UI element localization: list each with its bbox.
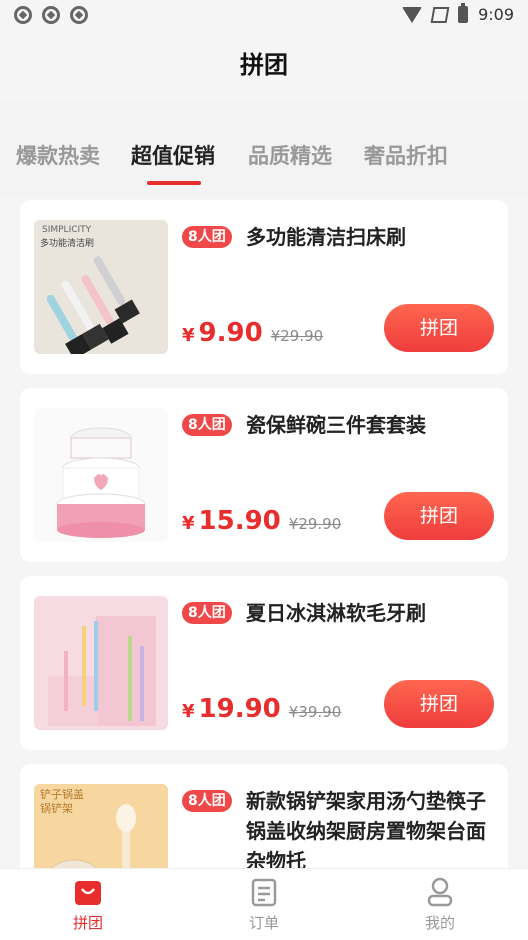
product-title[interactable]: 瓷保鲜碗三件套套装 [246,410,500,440]
product-image[interactable] [34,596,168,730]
tabbar-label: 订单 [248,914,279,932]
wifi-icon [402,6,423,23]
battery-icon [458,3,469,23]
clipboard-icon [251,878,277,907]
tab-value-promo[interactable]: 超值促销 [131,140,215,170]
user-icon [427,877,453,907]
tabbar-label: 我的 [424,914,455,932]
product-title[interactable]: 多功能清洁扫床刷 [246,222,500,252]
tabbar-item-group-buy[interactable]: 拼团 [0,869,176,940]
page-title: 拼团 [240,51,288,79]
product-image[interactable]: SIMPLICITY 多功能清洁刷 [34,220,168,354]
join-group-button[interactable]: 拼团 [384,680,494,728]
original-price: ¥29.90 [288,515,342,533]
app-icon [14,6,32,24]
currency-symbol: ¥ [182,701,195,722]
product-card[interactable]: 8人团 夏日冰淇淋软毛牙刷 ¥ 19.90 ¥39.90 拼团 [20,576,508,750]
product-image[interactable] [34,408,168,542]
original-price: ¥39.90 [288,703,342,721]
currency-symbol: ¥ [182,513,195,534]
signal-icon [430,6,450,23]
join-group-button[interactable]: 拼团 [384,492,494,540]
price-block: ¥ 9.90 ¥29.90 [182,318,323,348]
product-image-brand: SIMPLICITY [42,225,92,235]
status-bar: 9:09 [0,0,528,32]
price-block: ¥ 19.90 ¥39.90 [182,694,341,724]
app-icon [42,6,60,24]
tab-luxury-discount[interactable]: 奢品折扣 [364,140,448,170]
product-image-caption: 铲子锅盖 [40,787,84,801]
product-image-caption: 多功能清洁刷 [40,237,94,249]
shopping-bag-icon [75,881,101,905]
group-size-badge: 8人团 [182,602,232,624]
group-size-badge: 8人团 [182,414,232,436]
sale-price: 15.90 [198,506,281,536]
sale-price: 9.90 [198,318,263,348]
bottom-tab-bar: 拼团 订单 我的 [0,868,528,940]
join-group-button[interactable]: 拼团 [384,304,494,352]
page-header: 拼团 [0,32,528,102]
product-image-caption: 锅铲架 [40,801,73,815]
product-title[interactable]: 夏日冰淇淋软毛牙刷 [246,598,500,628]
group-size-badge: 8人团 [182,226,232,248]
tab-hot-sale[interactable]: 爆款热卖 [16,140,100,170]
product-card[interactable]: SIMPLICITY 多功能清洁刷 8人团 多功能清洁扫床刷 ¥ 9.90 ¥2… [20,200,508,374]
sale-price: 19.90 [198,694,281,724]
category-tabs: 爆款热卖 超值促销 品质精选 奢品折扣 [0,102,528,198]
app-icon [70,6,88,24]
tabbar-item-profile[interactable]: 我的 [352,869,528,940]
product-title[interactable]: 新款锅铲架家用汤勺垫筷子锅盖收纳架厨房置物架台面杂物托 [246,786,500,876]
product-card[interactable]: 8人团 瓷保鲜碗三件套套装 ¥ 15.90 ¥29.90 拼团 [20,388,508,562]
tabbar-label: 拼团 [72,914,103,932]
notification-icons [14,6,88,24]
active-tab-indicator [147,181,201,185]
tabbar-item-orders[interactable]: 订单 [176,869,352,940]
original-price: ¥29.90 [270,327,324,345]
system-icons: 9:09 [402,3,514,24]
price-block: ¥ 15.90 ¥29.90 [182,506,341,536]
tab-quality-select[interactable]: 品质精选 [248,140,332,170]
group-size-badge: 8人团 [182,790,232,812]
currency-symbol: ¥ [182,325,195,346]
status-time: 9:09 [478,5,514,24]
